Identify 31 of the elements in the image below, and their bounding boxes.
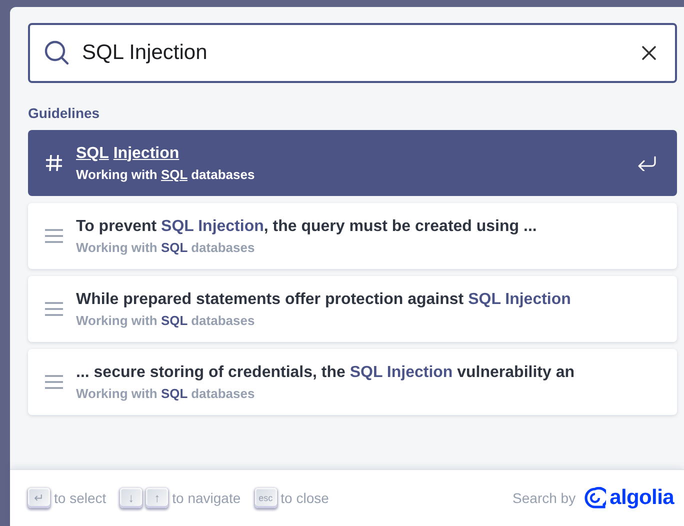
result-path: Working with SQL databases	[76, 312, 256, 328]
lines-icon	[44, 372, 64, 392]
enter-icon	[637, 155, 657, 171]
search-result[interactable]: ... secure storing of credentials, the SQL Injection vulnerability an Working with SQL databases	[28, 349, 677, 415]
search-icon	[44, 40, 70, 66]
result-title: ... secure storing of credentials, the SQL Injection vulnerability an	[76, 364, 576, 382]
close-icon[interactable]	[641, 45, 657, 61]
result-path: Working with SQL databases	[76, 386, 256, 400]
search-result[interactable]: While prepared statements offer protection against SQL Injection Working with SQL databases	[28, 276, 677, 342]
brand-name[interactable]: algolia	[610, 486, 674, 510]
result-title: To prevent SQL Injection, the query must be created using ...	[76, 218, 538, 236]
result-path: Working with SQL databases	[76, 240, 256, 254]
lines-icon	[44, 299, 64, 319]
shortcut-label: to select	[54, 490, 106, 506]
result-title: SQL Injection	[76, 144, 180, 162]
key-cap: ↓	[120, 488, 142, 508]
hash-icon	[44, 153, 64, 173]
search-result[interactable]: To prevent SQL Injection, the query must be created using ... Working with SQL databases	[28, 203, 677, 269]
lines-icon	[44, 226, 64, 246]
key-cap: ↵	[28, 488, 50, 508]
search-field[interactable]: SQL Injection	[28, 23, 677, 83]
search-result[interactable]: SQL Injection Working with SQL databases	[28, 130, 677, 196]
result-title: While prepared statements offer protection against SQL Injection	[76, 290, 572, 308]
section-title: Guidelines	[28, 105, 101, 121]
logo-icon	[584, 487, 606, 509]
key-cap: ↑	[146, 488, 168, 508]
shortcut-label: to navigate	[172, 490, 241, 506]
shortcut-label: to close	[280, 490, 329, 506]
result-path: Working with SQL databases	[76, 166, 256, 182]
search-by-label: Search by	[512, 490, 576, 506]
key-cap: esc	[254, 488, 277, 508]
